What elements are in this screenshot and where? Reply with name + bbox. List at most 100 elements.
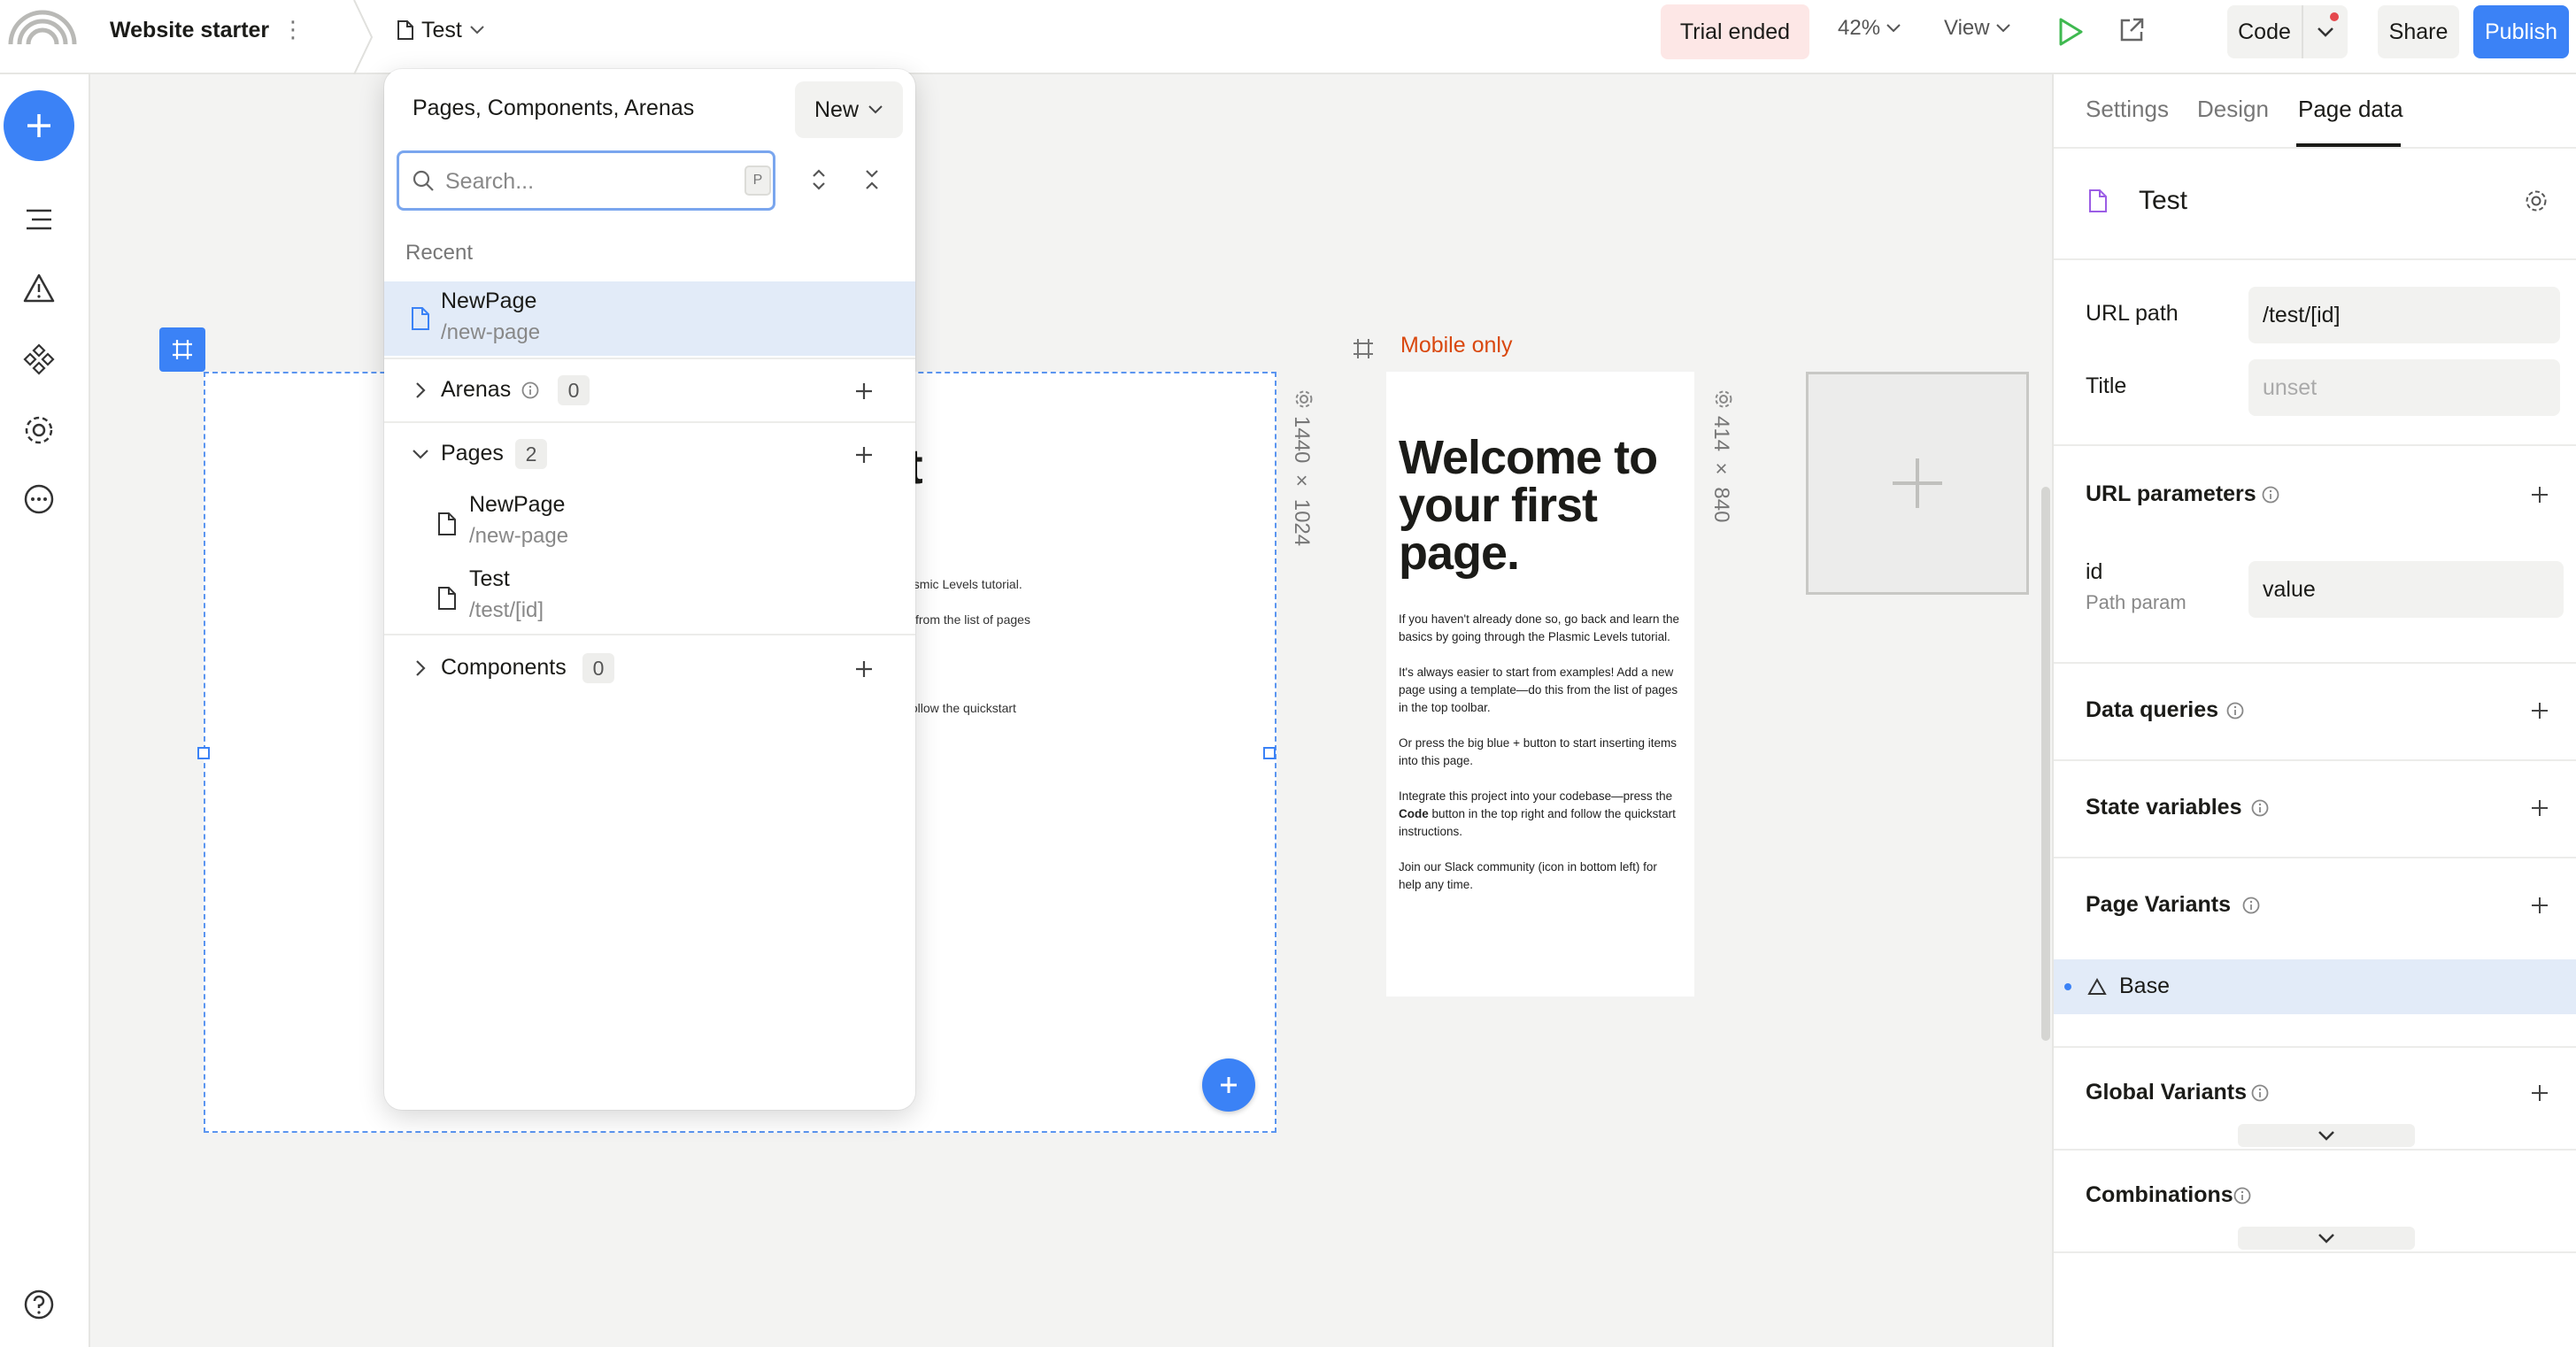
page-file-icon <box>438 587 456 610</box>
add-component-icon[interactable] <box>852 657 876 681</box>
recent-section-label: Recent <box>405 241 474 265</box>
chevron-right-icon <box>416 660 426 676</box>
info-icon[interactable] <box>2233 1186 2252 1205</box>
components-section-header[interactable]: Components 0 <box>384 634 915 696</box>
page-item-path: /test/[id] <box>469 598 544 622</box>
code-para-bold: Code <box>1399 807 1429 820</box>
current-page-switcher[interactable]: Test <box>397 15 485 45</box>
divider <box>2054 258 2576 260</box>
tab-page-data[interactable]: Page data <box>2298 96 2403 123</box>
code-options-button[interactable] <box>2303 5 2348 58</box>
info-icon[interactable] <box>2250 798 2270 818</box>
chevron-down-icon[interactable] <box>411 444 430 464</box>
code-para-before: Integrate this project into your codebas… <box>1399 789 1673 803</box>
more-icon[interactable] <box>21 481 57 517</box>
add-page-variant-icon[interactable] <box>2528 894 2551 917</box>
add-arena-icon[interactable] <box>852 379 876 404</box>
info-icon[interactable] <box>2261 485 2280 504</box>
mobile-size-value: 414 × 840 <box>1709 416 1733 523</box>
add-url-param-icon[interactable] <box>2528 483 2551 506</box>
page-item-test[interactable]: Test /test/[id] <box>384 559 915 634</box>
components-icon[interactable] <box>21 342 57 377</box>
expand-combinations-button[interactable] <box>2238 1227 2415 1250</box>
mobile-artboard[interactable]: Welcome to your first page. If you haven… <box>1386 372 1694 997</box>
add-artboard-button[interactable] <box>1806 372 2029 595</box>
canvas-scrollbar[interactable] <box>2041 487 2050 1041</box>
combinations-label: Combinations <box>2086 1182 2233 1207</box>
variant-active-dot <box>2064 983 2071 990</box>
open-external-icon[interactable] <box>2117 16 2146 44</box>
url-path-input[interactable]: /test/[id] <box>2248 287 2560 343</box>
pages-label[interactable]: Pages <box>441 441 504 466</box>
variant-row-base[interactable]: Base <box>2054 959 2576 1014</box>
add-icon <box>27 114 50 137</box>
project-name[interactable]: Website starter <box>110 18 269 43</box>
gear-icon[interactable] <box>2523 188 2549 214</box>
divider <box>2054 147 2576 149</box>
recent-item-newpage[interactable]: NewPage /new-page <box>384 281 915 356</box>
project-menu-icon[interactable]: ⋮ <box>282 16 305 42</box>
expand-global-variants-button[interactable] <box>2238 1124 2415 1147</box>
trial-status-badge[interactable]: Trial ended <box>1661 4 1809 59</box>
url-parameters-label: URL parameters <box>2086 481 2256 506</box>
left-rail <box>0 74 90 1347</box>
page-item-path: /new-page <box>469 524 569 548</box>
code-button[interactable]: Code <box>2227 5 2303 58</box>
chevron-down-icon <box>2318 1234 2334 1243</box>
tab-settings[interactable]: Settings <box>2086 96 2169 123</box>
arenas-section-header[interactable]: Arenas 0 <box>384 358 915 419</box>
code-para-after: button in the top right and follow the q… <box>1399 807 1676 838</box>
add-page-icon[interactable] <box>852 443 876 467</box>
info-icon[interactable] <box>2250 1083 2270 1103</box>
help-icon[interactable] <box>21 1287 57 1322</box>
outline-icon[interactable] <box>21 202 57 237</box>
mobile-heading: Welcome to your first page. <box>1399 431 1658 580</box>
add-data-query-icon[interactable] <box>2528 699 2551 722</box>
share-button[interactable]: Share <box>2378 5 2459 58</box>
title-label: Title <box>2086 373 2127 398</box>
desktop-size-label[interactable]: 1440 × 1024 <box>1284 389 1314 566</box>
recent-item-name: NewPage <box>441 289 537 313</box>
tab-design[interactable]: Design <box>2197 96 2269 123</box>
plasmic-logo-icon[interactable] <box>5 7 80 46</box>
warning-icon[interactable] <box>21 271 57 306</box>
frame-icon[interactable] <box>1351 336 1376 361</box>
collapse-all-icon[interactable] <box>857 165 887 195</box>
new-item-button[interactable]: New <box>795 81 903 138</box>
resize-handle-right[interactable] <box>1263 747 1276 759</box>
info-icon[interactable] <box>521 381 540 400</box>
page-item-newpage[interactable]: NewPage /new-page <box>384 485 915 559</box>
expand-all-icon[interactable] <box>804 165 834 195</box>
page-item-name: Test <box>469 566 510 591</box>
publish-button[interactable]: Publish <box>2473 5 2569 58</box>
pages-count: 2 <box>515 439 547 469</box>
mobile-artboard-label[interactable]: Mobile only <box>1400 333 1512 358</box>
add-state-variable-icon[interactable] <box>2528 797 2551 820</box>
chevron-down-icon <box>2318 1131 2334 1141</box>
canvas-insert-button[interactable] <box>1202 1058 1255 1112</box>
param-value-input[interactable]: value <box>2248 561 2564 618</box>
param-type: Path param <box>2086 591 2187 613</box>
project-nav-popover: Pages, Components, Arenas New P Recent N… <box>384 69 915 1110</box>
search-input[interactable] <box>445 164 711 199</box>
page-variants-label: Page Variants <box>2086 892 2231 917</box>
settings-icon[interactable] <box>21 412 57 448</box>
info-icon[interactable] <box>2225 701 2245 720</box>
info-icon[interactable] <box>2241 896 2261 915</box>
title-input[interactable]: unset <box>2248 359 2560 416</box>
page-file-icon <box>412 307 429 330</box>
resize-handle-left[interactable] <box>197 747 210 759</box>
top-toolbar: Website starter ⋮ Test Trial ended 42% V… <box>0 0 2576 74</box>
search-icon <box>413 170 434 191</box>
mobile-size-label[interactable]: 414 × 840 <box>1703 389 1733 531</box>
desktop-size-value: 1440 × 1024 <box>1290 416 1314 547</box>
page-file-icon <box>397 20 413 40</box>
notification-dot <box>2330 12 2339 21</box>
play-preview-icon[interactable] <box>2054 16 2086 48</box>
add-global-variant-icon[interactable] <box>2528 1081 2551 1105</box>
mobile-paragraph: Join our Slack community (icon in bottom… <box>1399 860 1657 891</box>
view-dropdown[interactable]: View <box>1944 16 2011 41</box>
insert-button[interactable] <box>4 90 74 161</box>
zoom-dropdown[interactable]: 42% <box>1838 16 1901 41</box>
artboard-frame-badge[interactable] <box>159 327 205 372</box>
